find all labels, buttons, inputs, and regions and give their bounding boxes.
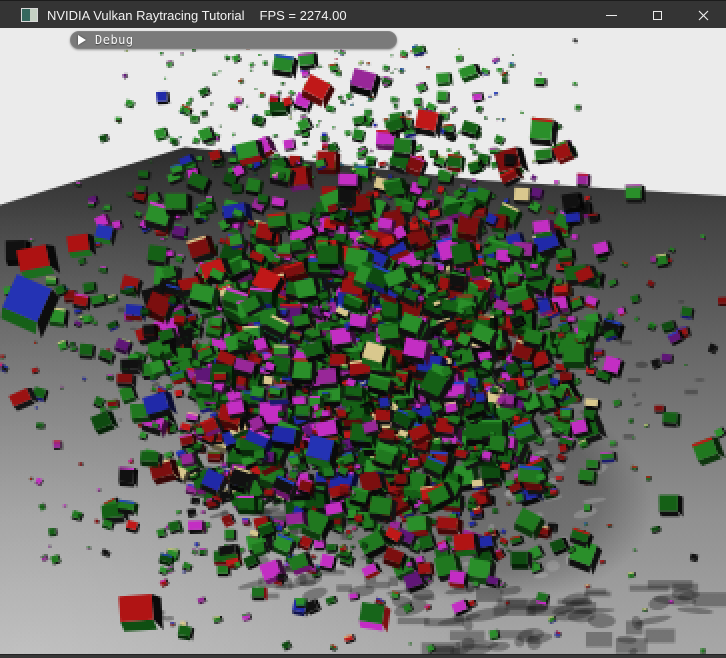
window-title: NVIDIA Vulkan Raytracing Tutorial [47,8,245,23]
debug-panel-header[interactable]: Debug [70,31,397,49]
minimize-icon [606,15,617,16]
window-bottom-border [0,654,726,658]
title-text-group: NVIDIA Vulkan Raytracing Tutorial FPS = … [47,1,347,29]
app-icon [21,8,38,22]
close-icon [698,10,709,21]
close-button[interactable] [680,1,726,29]
minimize-button[interactable] [588,1,634,29]
window-controls [588,1,726,29]
render-viewport[interactable]: Debug [0,28,726,658]
maximize-icon [653,11,662,20]
debug-panel-label: Debug [95,33,134,47]
title-bar[interactable]: NVIDIA Vulkan Raytracing Tutorial FPS = … [0,0,726,28]
raytraced-scene-canvas[interactable] [0,28,726,658]
collapse-arrow-icon [78,35,86,45]
fps-counter: FPS = 2274.00 [260,8,347,23]
maximize-button[interactable] [634,1,680,29]
app-window: NVIDIA Vulkan Raytracing Tutorial FPS = … [0,0,726,658]
